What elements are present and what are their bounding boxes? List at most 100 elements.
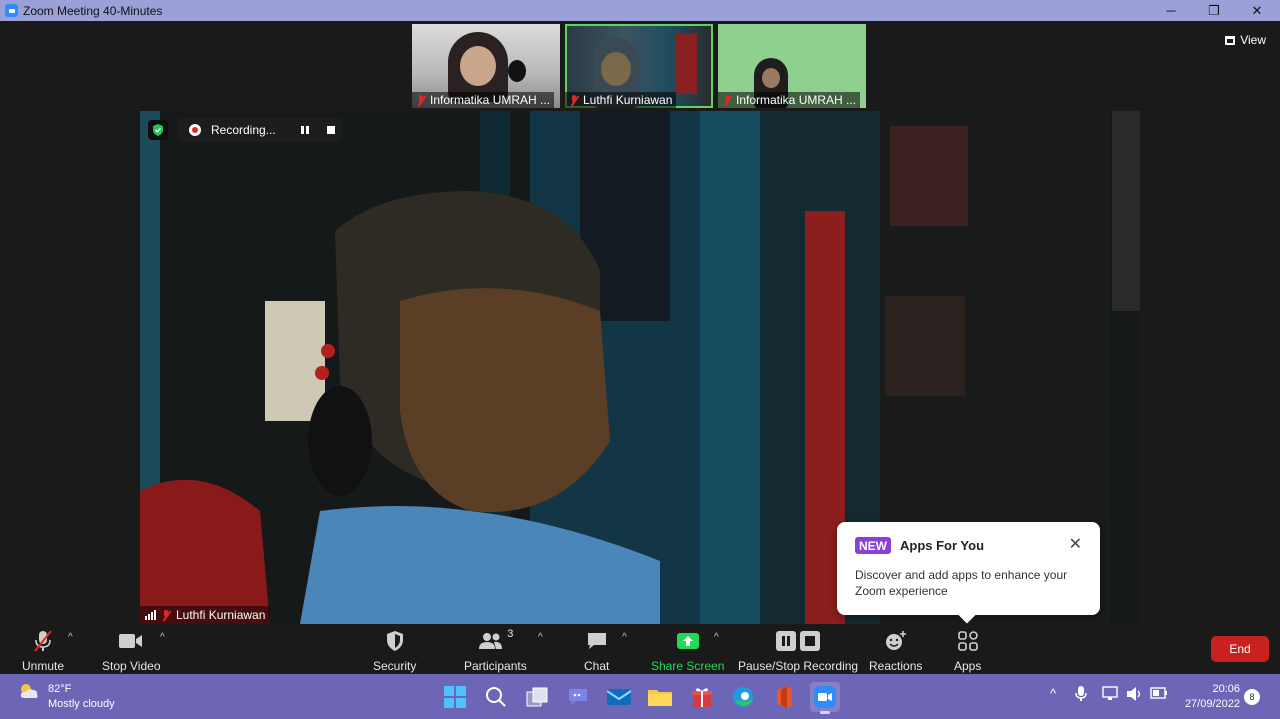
pause-stop-icons xyxy=(776,628,821,654)
gift-icon xyxy=(692,688,712,707)
participants-button[interactable]: 3 Participants xyxy=(464,628,527,673)
teams-chat-button[interactable] xyxy=(563,682,593,712)
zoom-app-button[interactable] xyxy=(810,682,840,714)
unmute-button[interactable]: Unmute xyxy=(22,628,64,673)
participant-thumbnail[interactable]: Informatika UMRAH ... xyxy=(412,24,560,108)
chat-app-icon xyxy=(569,689,587,705)
edge-browser-button[interactable] xyxy=(728,682,758,712)
recording-indicator: Recording... xyxy=(177,118,343,142)
popup-close-icon[interactable]: ✕ xyxy=(1069,534,1082,554)
window-title: Zoom Meeting 40-Minutes xyxy=(23,3,163,18)
partly-cloudy-icon xyxy=(20,684,38,698)
mail-icon xyxy=(607,689,631,705)
participant-face xyxy=(762,68,780,88)
share-options-chevron-icon[interactable]: ^ xyxy=(714,632,719,643)
security-button[interactable]: Security xyxy=(373,628,416,673)
pause-stop-recording-button[interactable]: Pause/Stop Recording xyxy=(738,628,858,673)
new-badge: NEW xyxy=(855,537,891,554)
stop-video-label: Stop Video xyxy=(102,659,161,673)
close-button[interactable]: ✕ xyxy=(1235,0,1279,21)
chat-button[interactable]: Chat xyxy=(584,628,609,673)
system-clock[interactable]: 20:06 27/09/2022 xyxy=(1185,682,1240,712)
folder-icon xyxy=(648,690,672,706)
microphone-tray-icon[interactable] xyxy=(1075,686,1087,705)
file-explorer-button[interactable] xyxy=(645,682,675,712)
participants-label: Participants xyxy=(464,659,527,673)
pause-recording-button[interactable] xyxy=(301,126,309,134)
zoom-app-icon xyxy=(5,4,18,17)
reactions-label: Reactions xyxy=(869,659,923,673)
mic-muted-icon xyxy=(722,94,732,106)
mic-muted-icon xyxy=(161,609,171,621)
emoji-add-icon xyxy=(884,628,908,654)
video-options-chevron-icon[interactable]: ^ xyxy=(160,632,165,643)
battery-tray-icon[interactable] xyxy=(1150,686,1168,703)
share-screen-label: Share Screen xyxy=(651,659,725,673)
weather-widget[interactable]: 82°F Mostly cloudy xyxy=(18,682,115,712)
view-button[interactable]: View xyxy=(1225,33,1266,47)
search-icon xyxy=(486,687,506,707)
participants-options-chevron-icon[interactable]: ^ xyxy=(538,632,543,643)
meeting-toolbar: Unmute ^ Stop Video ^ Security 3 Partici… xyxy=(0,624,1280,674)
popup-description: Discover and add apps to enhance your Zo… xyxy=(855,568,1068,598)
zoom-icon xyxy=(814,686,836,708)
recording-status: Recording... xyxy=(211,123,276,137)
shield-check-icon xyxy=(153,124,163,136)
participant-face xyxy=(460,46,496,86)
unmute-label: Unmute xyxy=(22,659,65,673)
speaker-name: Luthfi Kurniawan xyxy=(176,608,266,622)
windows-taskbar: 82°F Mostly cloudy ^ 20:06 27/09/2022 8 xyxy=(0,674,1280,719)
windows-logo-icon xyxy=(444,686,466,708)
thumbnail-name: Informatika UMRAH ... xyxy=(736,93,857,107)
minimize-button[interactable]: ─ xyxy=(1149,0,1193,21)
apps-icon xyxy=(957,628,978,654)
thumbnail-name-tag: Luthfi Kurniawan xyxy=(565,92,677,108)
stop-icon xyxy=(800,631,821,651)
participant-face xyxy=(601,52,631,86)
office-app-button[interactable] xyxy=(769,682,799,712)
mail-app-button[interactable] xyxy=(604,682,634,712)
gift-app-button[interactable] xyxy=(687,682,717,712)
security-label: Security xyxy=(373,659,417,673)
mic-muted-icon xyxy=(569,94,579,106)
clock-date: 27/09/2022 xyxy=(1184,698,1240,710)
start-menu-button[interactable] xyxy=(440,682,470,712)
view-label: View xyxy=(1240,33,1266,47)
background-object xyxy=(675,34,697,94)
participant-thumbnail[interactable]: Informatika UMRAH ... xyxy=(718,24,866,108)
speaker-name-tag: Luthfi Kurniawan xyxy=(140,606,271,624)
clock-time: 20:06 xyxy=(1212,683,1240,695)
task-view-icon xyxy=(526,687,548,707)
show-hidden-icons-chevron-icon[interactable]: ^ xyxy=(1050,686,1056,701)
popup-title: Apps For You xyxy=(900,538,985,553)
video-camera-icon xyxy=(119,628,143,654)
chat-options-chevron-icon[interactable]: ^ xyxy=(622,632,627,643)
apps-button[interactable]: Apps xyxy=(954,628,981,673)
thumbnail-name: Informatika UMRAH ... xyxy=(430,93,551,107)
weather-temperature: 82°F xyxy=(48,683,72,695)
restore-button[interactable]: ❐ xyxy=(1192,0,1236,21)
encryption-shield[interactable] xyxy=(148,120,168,140)
notification-count-badge[interactable]: 8 xyxy=(1244,689,1260,705)
stop-recording-button[interactable] xyxy=(327,126,335,134)
weather-description: Mostly cloudy xyxy=(48,698,115,710)
network-tray-icon[interactable] xyxy=(1102,686,1120,705)
security-shield-icon xyxy=(385,628,405,654)
apps-label: Apps xyxy=(954,659,982,673)
end-meeting-button[interactable]: End xyxy=(1211,636,1269,662)
share-screen-icon xyxy=(676,628,699,654)
signal-strength-icon xyxy=(145,610,156,620)
pause-icon xyxy=(776,631,797,651)
search-button[interactable] xyxy=(481,682,511,712)
thumbnail-name-tag: Informatika UMRAH ... xyxy=(718,92,861,108)
window-titlebar: Zoom Meeting 40-Minutes ─ ❐ ✕ xyxy=(0,0,1280,21)
mic-muted-icon xyxy=(32,628,54,654)
mic-muted-icon xyxy=(416,94,426,106)
stop-video-button[interactable]: Stop Video xyxy=(102,628,161,673)
audio-options-chevron-icon[interactable]: ^ xyxy=(68,632,73,643)
thumbnail-name-tag: Informatika UMRAH ... xyxy=(412,92,555,108)
task-view-button[interactable] xyxy=(522,682,552,712)
volume-tray-icon[interactable] xyxy=(1126,686,1144,705)
reactions-button[interactable]: Reactions xyxy=(869,628,922,673)
participant-thumbnail-active[interactable]: Luthfi Kurniawan xyxy=(565,24,713,108)
